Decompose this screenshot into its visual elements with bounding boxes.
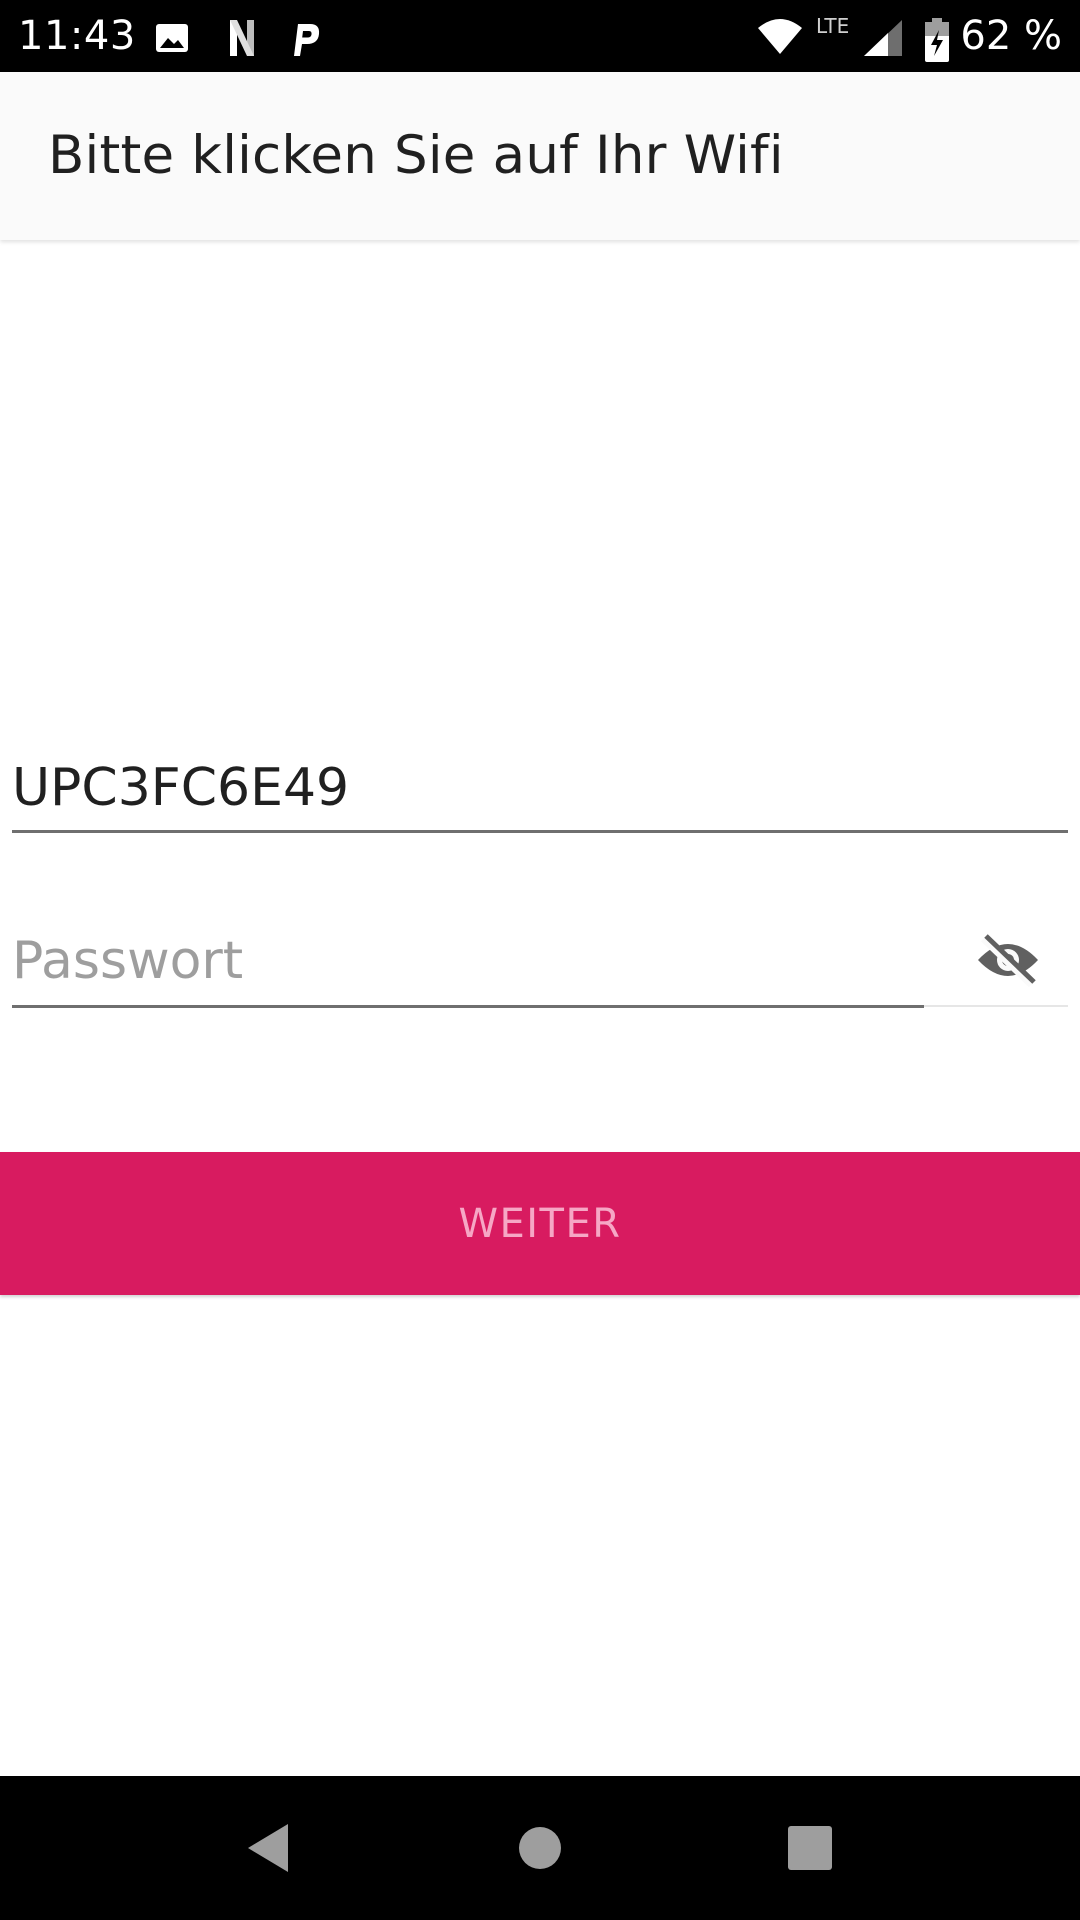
home-icon[interactable] bbox=[468, 1776, 612, 1920]
next-button[interactable]: WEITER bbox=[0, 1152, 1080, 1295]
ssid-value: UPC3FC6E49 bbox=[12, 758, 350, 818]
page-title: Bitte klicken Sie auf Ihr Wifi bbox=[48, 125, 784, 186]
image-icon bbox=[152, 18, 192, 58]
navigation-bar bbox=[0, 1776, 1080, 1920]
lte-signal-icon bbox=[862, 18, 906, 58]
password-field-container bbox=[12, 915, 924, 1008]
password-input[interactable] bbox=[12, 929, 912, 993]
netflix-icon bbox=[222, 18, 262, 58]
toggle-divider bbox=[924, 1005, 1068, 1007]
parking-icon bbox=[286, 18, 326, 58]
app-bar: Bitte klicken Sie auf Ihr Wifi bbox=[0, 72, 1080, 240]
visibility-off-icon[interactable] bbox=[968, 924, 1048, 996]
status-time: 11:43 bbox=[18, 13, 136, 59]
wifi-setup-screen: 11:43 LTE 62 % Bitte klicken Sie auf Ihr… bbox=[0, 0, 1080, 1920]
battery-percentage: 62 % bbox=[960, 13, 1062, 59]
recents-icon[interactable] bbox=[738, 1776, 882, 1920]
lte-label: LTE bbox=[816, 14, 850, 38]
back-icon[interactable] bbox=[196, 1776, 340, 1920]
battery-charging-icon bbox=[922, 18, 952, 62]
wifi-icon bbox=[756, 18, 804, 58]
status-bar: 11:43 LTE 62 % bbox=[0, 0, 1080, 72]
ssid-field[interactable]: UPC3FC6E49 bbox=[12, 742, 1068, 833]
